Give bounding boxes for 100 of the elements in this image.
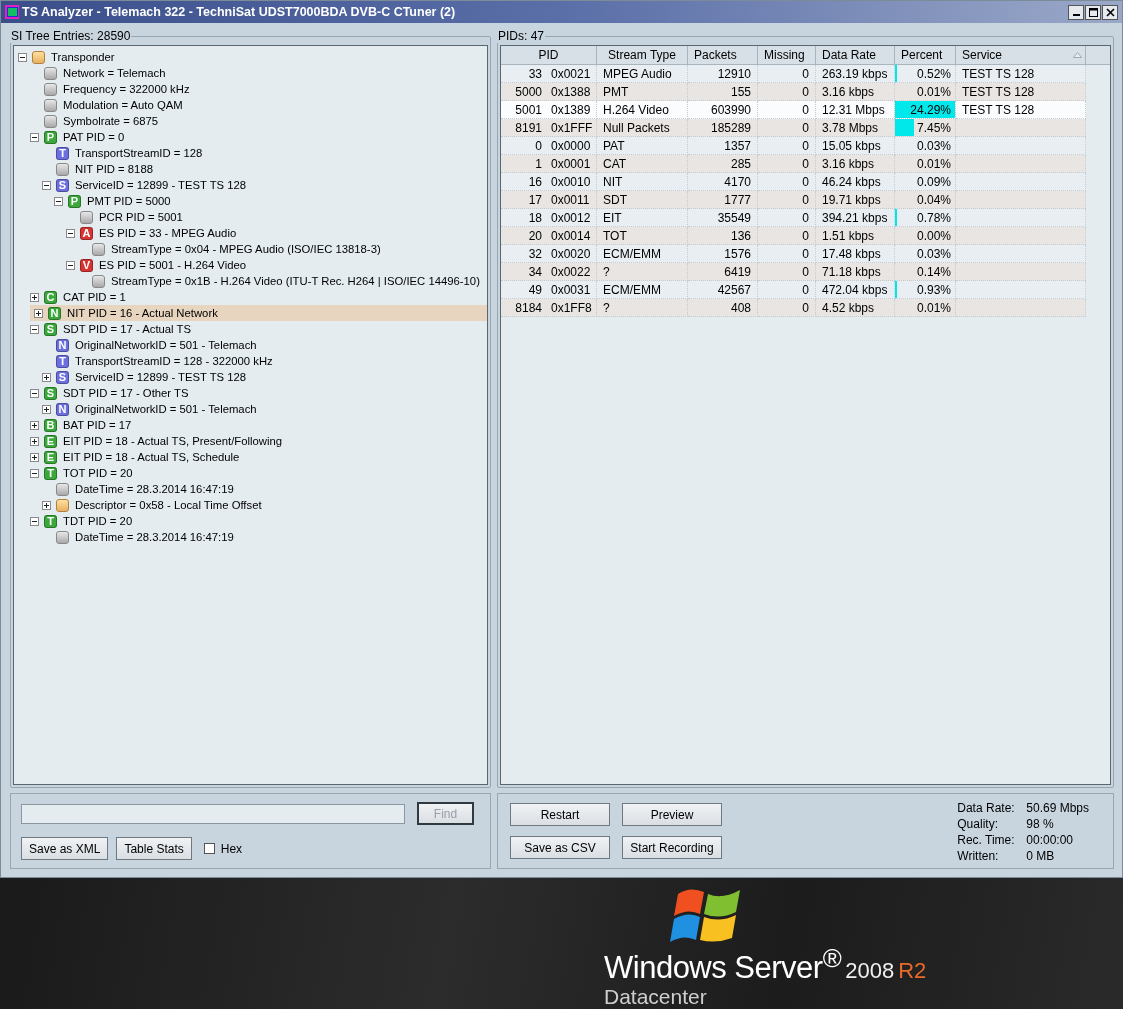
- tree-item[interactable]: S ServiceID = 12899 - TEST TS 128: [42, 369, 247, 385]
- expand-icon[interactable]: [30, 292, 39, 302]
- collapse-icon[interactable]: [30, 516, 39, 526]
- table-cell: 3.78 Mbps: [822, 120, 879, 135]
- tree-item[interactable]: T TOT PID = 20: [30, 465, 133, 481]
- tree-item[interactable]: E EIT PID = 18 - Actual TS, Present/Following: [30, 433, 283, 449]
- collapse-icon[interactable]: [30, 324, 39, 334]
- action-button[interactable]: Restart: [510, 803, 610, 826]
- table-cell: 0x0011: [551, 192, 590, 207]
- expand-icon[interactable]: [30, 420, 39, 430]
- action-button[interactable]: Save as XML: [21, 837, 109, 860]
- tree-item[interactable]: DateTime = 28.3.2014 16:47:19: [42, 481, 234, 497]
- tree-item[interactable]: Symbolrate = 6875: [30, 113, 159, 129]
- table-row[interactable]: 20 0x0014 TOT 136 0 1.51 kbps 0.00%: [501, 227, 1086, 245]
- table-row[interactable]: 34 0x0022 ? 6419 0 71.18 kbps 0.14%: [501, 263, 1086, 281]
- table-cell: ?: [603, 300, 610, 315]
- tree-item[interactable]: S SDT PID = 17 - Actual TS: [30, 321, 191, 337]
- table-row[interactable]: 49 0x0031 ECM/EMM 42567 0 472.04 kbps 0.93%: [501, 281, 1086, 299]
- table-cell: ECM/EMM: [603, 246, 661, 261]
- table-row[interactable]: 18 0x0012 EIT 35549 0 394.21 kbps 0.78%: [501, 209, 1086, 227]
- tree-item[interactable]: Network = Telemach: [30, 65, 166, 81]
- column-header[interactable]: Service: [956, 46, 1086, 64]
- table-row[interactable]: 8191 0x1FFF Null Packets 185289 0 3.78 Mbps 7.45%: [501, 119, 1086, 137]
- expand-icon[interactable]: [30, 452, 39, 462]
- expand-icon[interactable]: [30, 436, 39, 446]
- table-cell: 394.21 kbps: [822, 210, 888, 225]
- table-cell: 0x1FF8: [551, 300, 592, 315]
- search-field[interactable]: [21, 803, 405, 824]
- expand-icon[interactable]: [34, 308, 43, 318]
- tree-item[interactable]: Descriptor = 0x58 - Local Time Offset: [42, 497, 262, 513]
- column-header[interactable]: Missing: [758, 46, 816, 64]
- column-header[interactable]: Stream Type: [597, 46, 688, 64]
- table-row[interactable]: 8184 0x1FF8 ? 408 0 4.52 kbps 0.01%: [501, 299, 1086, 317]
- action-button[interactable]: Save as CSV: [510, 836, 610, 859]
- letter-badge-icon: S: [56, 178, 69, 192]
- checkbox[interactable]: [203, 843, 215, 854]
- hex-checkbox[interactable]: Hex: [203, 841, 243, 856]
- close-button[interactable]: [1102, 4, 1118, 20]
- tree-item[interactable]: P PMT PID = 5000: [54, 193, 171, 209]
- tree-item[interactable]: Modulation = Auto QAM: [30, 97, 183, 113]
- collapse-icon[interactable]: [66, 228, 75, 238]
- table-row[interactable]: 32 0x0020 ECM/EMM 1576 0 17.48 kbps 0.03%: [501, 245, 1086, 263]
- tree-item[interactable]: B BAT PID = 17: [30, 417, 132, 433]
- minimize-button[interactable]: [1068, 4, 1084, 20]
- tree-item[interactable]: A ES PID = 33 - MPEG Audio: [66, 225, 237, 241]
- collapse-icon[interactable]: [30, 468, 39, 478]
- tree-item[interactable]: S SDT PID = 17 - Other TS: [30, 385, 189, 401]
- tree-item[interactable]: S ServiceID = 12899 - TEST TS 128: [42, 177, 247, 193]
- table-row[interactable]: 5000 0x1388 PMT 155 0 3.16 kbps 0.01% TEST TS 128: [501, 83, 1086, 101]
- tree-item[interactable]: T TDT PID = 20: [30, 513, 133, 529]
- table-cell-text: 18: [527, 210, 542, 225]
- tree-item[interactable]: E EIT PID = 18 - Actual TS, Schedule: [30, 449, 240, 465]
- action-button[interactable]: Table Stats: [116, 837, 192, 860]
- tree-item[interactable]: DateTime = 28.3.2014 16:47:19: [42, 529, 234, 545]
- column-header[interactable]: Data Rate: [816, 46, 895, 64]
- tree-item[interactable]: N NIT PID = 16 - Actual Network: [30, 305, 487, 321]
- table-cell: 4.52 kbps: [822, 300, 875, 315]
- table-row[interactable]: 33 0x0021 MPEG Audio 12910 0 263.19 kbps 0.52% TEST TS 128: [501, 65, 1086, 83]
- expand-icon[interactable]: [42, 500, 51, 510]
- table-row[interactable]: 5001 0x1389 H.264 Video 603990 0 12.31 Mbps 24.29% TEST TS 128: [501, 101, 1086, 119]
- letter-badge-icon: P: [44, 130, 57, 144]
- table-cell-text: 5001: [514, 102, 542, 117]
- column-header[interactable]: Packets: [688, 46, 758, 64]
- collapse-icon[interactable]: [66, 260, 75, 270]
- tree-item[interactable]: PCR PID = 5001: [66, 209, 183, 225]
- table-cell: 0: [802, 300, 809, 315]
- tree-item[interactable]: StreamType = 0x04 - MPEG Audio (ISO/IEC 13818-3): [78, 241, 381, 257]
- maximize-button[interactable]: [1085, 4, 1101, 20]
- tree-item[interactable]: N OriginalNetworkID = 501 - Telemach: [42, 401, 257, 417]
- table-row[interactable]: 0 0x0000 PAT 1357 0 15.05 kbps 0.03%: [501, 137, 1086, 155]
- table-row[interactable]: 16 0x0010 NIT 4170 0 46.24 kbps 0.09%: [501, 173, 1086, 191]
- collapse-icon[interactable]: [42, 180, 51, 190]
- tree-item[interactable]: Transponder: [18, 49, 115, 65]
- tree-item[interactable]: StreamType = 0x1B - H.264 Video (ITU-T Rec. H264 | ISO/IEC 14496-10): [78, 273, 480, 289]
- tree-item[interactable]: C CAT PID = 1: [30, 289, 126, 305]
- expand-icon[interactable]: [42, 372, 51, 382]
- collapse-icon[interactable]: [18, 52, 27, 62]
- collapse-icon[interactable]: [30, 388, 39, 398]
- table-cell: MPEG Audio: [603, 66, 672, 81]
- tree-item[interactable]: T TransportStreamID = 128 - 322000 kHz: [42, 353, 273, 369]
- table-cell: 0x0012: [551, 210, 591, 225]
- tree-item[interactable]: P PAT PID = 0: [30, 129, 125, 145]
- table-row[interactable]: 17 0x0011 SDT 1777 0 19.71 kbps 0.04%: [501, 191, 1086, 209]
- tree-item[interactable]: V ES PID = 5001 - H.264 Video: [66, 257, 247, 273]
- table-cell: 0: [802, 282, 809, 297]
- tree-item[interactable]: Frequency = 322000 kHz: [30, 81, 190, 97]
- letter-badge-icon: S: [44, 386, 57, 400]
- action-button[interactable]: Preview: [622, 803, 722, 826]
- column-header[interactable]: PID: [501, 46, 597, 64]
- table-cell: 71.18 kbps: [822, 264, 881, 279]
- table-row[interactable]: 1 0x0001 CAT 285 0 3.16 kbps 0.01%: [501, 155, 1086, 173]
- tree-item[interactable]: T TransportStreamID = 128: [42, 145, 203, 161]
- table-cell: 0: [802, 192, 809, 207]
- action-button[interactable]: Start Recording: [622, 836, 722, 859]
- tree-item[interactable]: NIT PID = 8188: [42, 161, 153, 177]
- column-header[interactable]: Percent: [895, 46, 956, 64]
- collapse-icon[interactable]: [30, 132, 39, 142]
- tree-item[interactable]: N OriginalNetworkID = 501 - Telemach: [42, 337, 257, 353]
- expand-icon[interactable]: [42, 404, 51, 414]
- collapse-icon[interactable]: [54, 196, 63, 206]
